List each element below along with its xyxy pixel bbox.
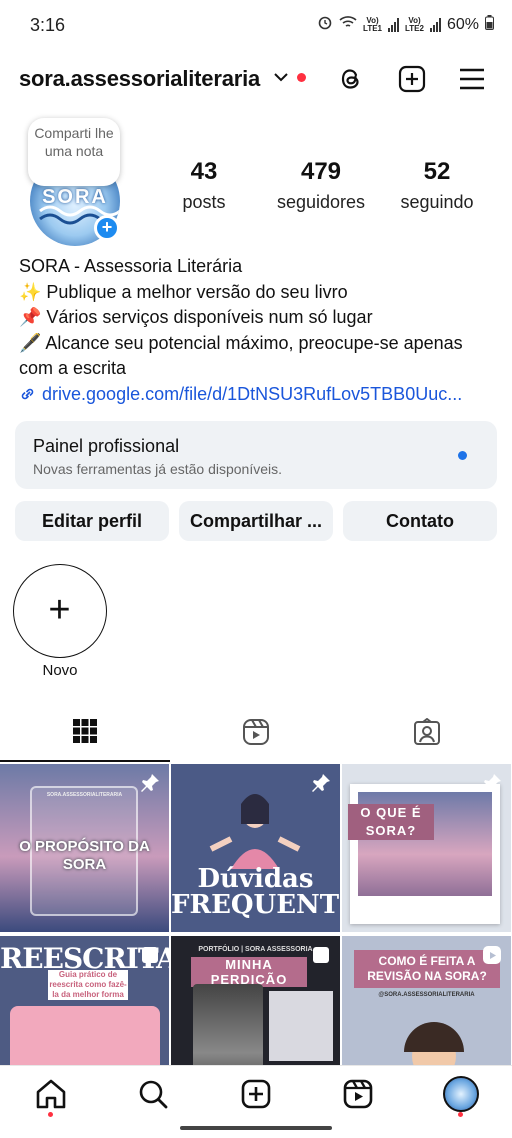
search-icon[interactable] bbox=[135, 1076, 171, 1112]
status-bar: 3:16 Vo) LTE1 Vo) LTE2 60% bbox=[0, 0, 512, 52]
post-4-subtitle: Guia prático de reescrita como fazê-la d… bbox=[48, 970, 128, 1000]
tab-tagged[interactable] bbox=[342, 706, 512, 762]
home-notification-dot bbox=[48, 1112, 53, 1117]
lte1-label: Vo) LTE1 bbox=[363, 15, 382, 33]
profile-notification-dot bbox=[458, 1112, 463, 1117]
reel-icon bbox=[481, 944, 503, 966]
chevron-down-icon[interactable] bbox=[273, 70, 289, 88]
profile-header: sora.assessorialiteraria bbox=[0, 52, 512, 106]
followers-label: seguidores bbox=[276, 192, 366, 212]
home-indicator bbox=[180, 1126, 332, 1130]
bio-line-2: 📌 Vários serviços disponíveis num só lug… bbox=[19, 307, 373, 327]
create-icon[interactable] bbox=[397, 64, 427, 94]
professional-dashboard[interactable]: Painel profissional Novas ferramentas já… bbox=[15, 421, 497, 489]
panel-title: Painel profissional bbox=[33, 436, 180, 456]
new-highlight-button[interactable]: + bbox=[13, 564, 107, 658]
username-title[interactable]: sora.assessorialiteraria bbox=[19, 66, 260, 92]
tab-grid[interactable] bbox=[0, 706, 170, 762]
post-6-title: COMO É FEITA A REVISÃO NA SORA? bbox=[354, 950, 500, 988]
bio-line-3: 🖋️ Alcance seu potencial máximo, preocup… bbox=[19, 332, 463, 379]
battery-icon bbox=[485, 14, 494, 35]
home-icon[interactable] bbox=[33, 1076, 69, 1112]
followers-stat[interactable]: 479 seguidores bbox=[266, 158, 376, 213]
avatar-logo: SORA bbox=[42, 186, 108, 208]
panel-subtitle: Novas ferramentas já estão disponíveis. bbox=[33, 461, 283, 477]
bio-line-1: ✨ Publique a melhor versão do seu livro bbox=[19, 281, 348, 302]
new-post-icon[interactable] bbox=[238, 1076, 274, 1112]
tagged-icon bbox=[413, 717, 441, 751]
pin-icon bbox=[481, 772, 503, 794]
wifi-icon bbox=[339, 15, 357, 34]
profile-tabs bbox=[0, 706, 512, 762]
post-2-title: Dúvidas FREQUENTES bbox=[171, 864, 340, 920]
posts-stat[interactable]: 43 posts bbox=[172, 158, 236, 213]
pin-icon bbox=[139, 772, 161, 794]
followers-count: 479 bbox=[300, 158, 342, 185]
edit-profile-button[interactable]: Editar perfil bbox=[15, 501, 169, 541]
bio-name: SORA - Assessoria Literária bbox=[19, 256, 243, 276]
bio-link[interactable]: drive.google.com/file/d/1DtNSU3RufLov5TB… bbox=[19, 382, 499, 408]
reels-nav-icon[interactable] bbox=[340, 1076, 376, 1112]
add-story-button[interactable]: + bbox=[94, 215, 120, 241]
following-label: seguindo bbox=[400, 192, 474, 212]
note-bubble[interactable]: Comparti lhe uma nota bbox=[28, 118, 120, 186]
post-3-title: O QUE É SORA? bbox=[348, 804, 434, 840]
post-6-small: @SORA.ASSESSORIALITERARIA bbox=[378, 992, 475, 998]
menu-icon[interactable] bbox=[457, 64, 487, 94]
alarm-icon bbox=[317, 14, 333, 35]
grid-icon bbox=[72, 718, 98, 749]
plus-icon: + bbox=[48, 589, 71, 631]
new-indicator-dot bbox=[458, 451, 467, 460]
pin-icon bbox=[310, 772, 332, 794]
contact-button[interactable]: Contato bbox=[343, 501, 497, 541]
posts-label: posts bbox=[182, 192, 226, 212]
reel-icon bbox=[139, 944, 161, 966]
posts-count: 43 bbox=[190, 158, 218, 185]
reels-icon bbox=[242, 718, 270, 751]
posts-grid: O PROPÓSITO DA SORA SORA.ASSESSORIALITER… bbox=[0, 764, 512, 1104]
lte2-label: Vo) LTE2 bbox=[405, 15, 424, 33]
bio: SORA - Assessoria Literária ✨ Publique a… bbox=[19, 254, 499, 407]
post-thumbnail-2[interactable]: Dúvidas FREQUENTES bbox=[171, 764, 340, 932]
following-stat[interactable]: 52 seguindo bbox=[392, 158, 482, 213]
share-profile-button[interactable]: Compartilhar ... bbox=[179, 501, 333, 541]
new-highlight-label: Novo bbox=[42, 662, 78, 679]
post-1-title: O PROPÓSITO DA SORA bbox=[19, 838, 150, 873]
reel-icon bbox=[310, 944, 332, 966]
battery-text: 60% bbox=[446, 15, 479, 33]
post-thumbnail-3[interactable]: O QUE É SORA? bbox=[342, 764, 511, 932]
link-icon bbox=[19, 384, 42, 404]
notification-dot bbox=[297, 73, 306, 82]
post-5-title: MINHA PERDIÇÃO bbox=[191, 957, 307, 987]
threads-icon[interactable] bbox=[336, 64, 366, 94]
tab-reels[interactable] bbox=[171, 706, 341, 762]
bio-link-text: drive.google.com/file/d/1DtNSU3RufLov5TB… bbox=[42, 383, 463, 404]
post-thumbnail-1[interactable]: O PROPÓSITO DA SORA SORA.ASSESSORIALITER… bbox=[0, 764, 169, 932]
following-count: 52 bbox=[423, 158, 451, 185]
profile-avatar-nav[interactable] bbox=[443, 1076, 479, 1112]
signal2-icon bbox=[429, 17, 441, 32]
signal1-icon bbox=[388, 17, 399, 32]
clock: 3:16 bbox=[30, 15, 66, 35]
